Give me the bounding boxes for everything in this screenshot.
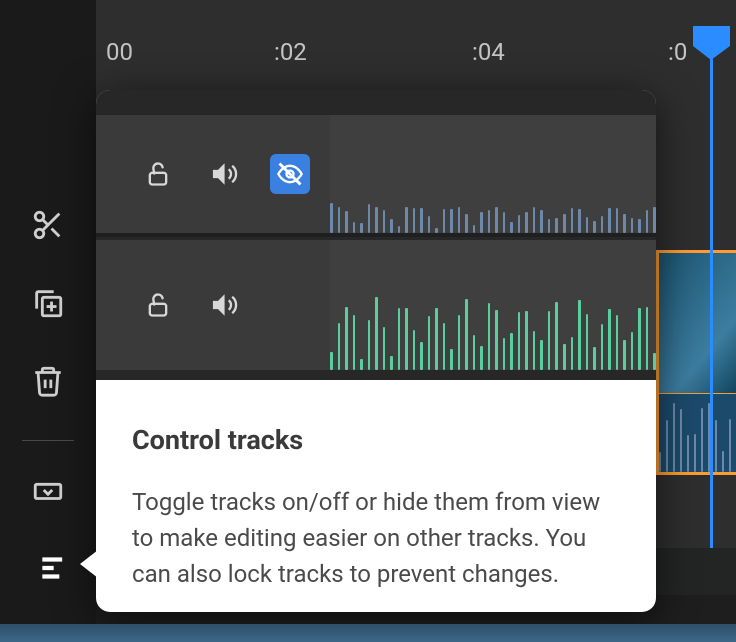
scissors-icon bbox=[31, 208, 65, 242]
ruler-tick-2: :04 bbox=[472, 38, 505, 66]
preview-track-1: document.write(Array.from({length:44},(_… bbox=[96, 115, 656, 237]
control-tracks-tooltip: document.write(Array.from({length:44},(_… bbox=[96, 90, 656, 612]
tracks-panel-icon bbox=[31, 551, 65, 585]
ruler-tick-0: 00 bbox=[106, 38, 133, 66]
scissors-button[interactable] bbox=[23, 200, 73, 250]
trash-icon bbox=[31, 364, 65, 398]
mute-toggle[interactable] bbox=[204, 285, 244, 325]
tooltip-body: Control tracks Toggle tracks on/off or h… bbox=[96, 380, 656, 612]
unlock-icon bbox=[144, 160, 172, 188]
preview-track-2: document.write(Array.from({length:44},(_… bbox=[96, 240, 656, 370]
bottom-edge bbox=[0, 624, 736, 642]
toolbar-separator bbox=[22, 440, 74, 441]
hide-toggle[interactable] bbox=[270, 154, 310, 194]
crop-icon bbox=[31, 473, 65, 507]
ruler-tick-1: :02 bbox=[274, 38, 307, 66]
ruler-tick-3: :0 bbox=[668, 38, 687, 66]
tracks-panel-button[interactable] bbox=[23, 543, 73, 593]
timeline-ruler[interactable]: 00 :02 :04 :0 bbox=[96, 0, 736, 76]
duplicate-icon bbox=[31, 286, 65, 320]
tooltip-caret bbox=[80, 550, 98, 578]
tooltip-preview: document.write(Array.from({length:44},(_… bbox=[96, 90, 656, 380]
eye-off-icon bbox=[276, 160, 304, 188]
playhead[interactable] bbox=[710, 26, 713, 548]
duplicate-button[interactable] bbox=[23, 278, 73, 328]
track-header bbox=[96, 240, 330, 370]
crop-button[interactable] bbox=[23, 465, 73, 515]
lock-toggle[interactable] bbox=[138, 154, 178, 194]
unlock-icon bbox=[144, 291, 172, 319]
track-body: document.write(Array.from({length:44},(_… bbox=[330, 115, 656, 233]
tooltip-title: Control tracks bbox=[132, 424, 620, 456]
video-clip[interactable] bbox=[656, 250, 736, 396]
audio-clip[interactable]: document.write(Array.from({length:26},(_… bbox=[656, 394, 736, 475]
waveform: document.write(Array.from({length:44},(_… bbox=[330, 203, 656, 234]
toolbar bbox=[0, 0, 96, 642]
track-header bbox=[96, 115, 330, 233]
playhead-handle-icon[interactable] bbox=[693, 26, 730, 60]
mute-toggle[interactable] bbox=[204, 154, 244, 194]
track-body: document.write(Array.from({length:44},(_… bbox=[330, 240, 656, 370]
trash-button[interactable] bbox=[23, 356, 73, 406]
waveform: document.write(Array.from({length:44},(_… bbox=[330, 297, 656, 370]
audio-waveform: document.write(Array.from({length:26},(_… bbox=[659, 394, 736, 472]
volume-icon bbox=[210, 160, 238, 188]
lock-toggle[interactable] bbox=[138, 285, 178, 325]
volume-icon bbox=[210, 291, 238, 319]
tooltip-text: Toggle tracks on/off or hide them from v… bbox=[132, 484, 620, 592]
